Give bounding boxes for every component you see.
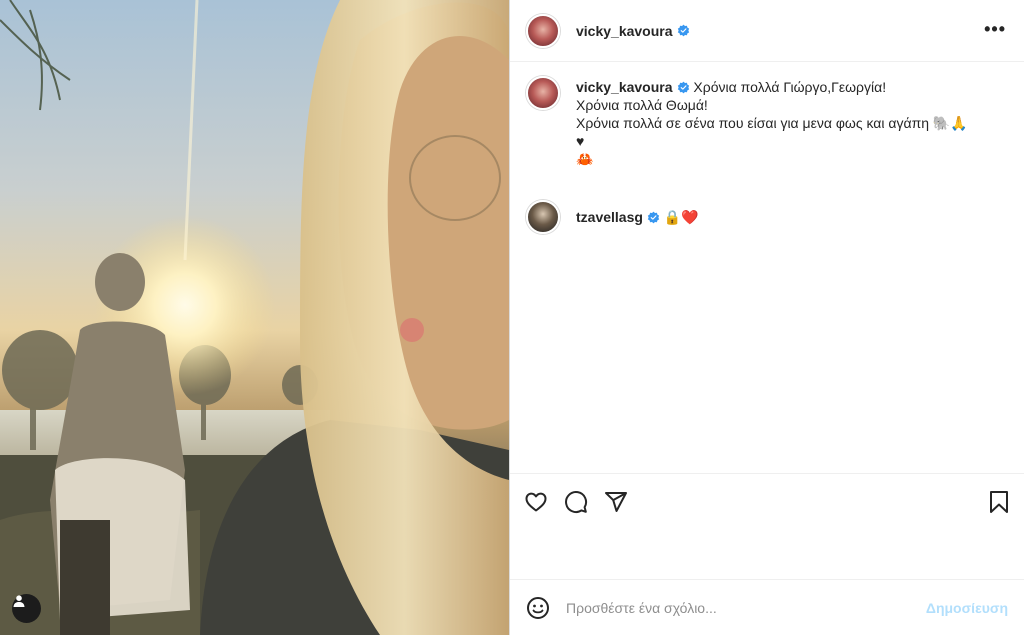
tagged-people-button[interactable] [12, 594, 41, 623]
comment-item: tzavellasg 🔒❤️ [526, 200, 1008, 234]
comment-button[interactable] [564, 490, 588, 514]
save-button[interactable] [988, 490, 1010, 519]
verified-badge-icon [647, 211, 660, 224]
photo-illustration [0, 0, 509, 635]
send-icon [605, 492, 627, 512]
caption-line: Χρόνια πολλά Γιώργο,Γεωργία! [693, 79, 887, 95]
heart-icon [525, 492, 547, 512]
comment-text: tzavellasg 🔒❤️ [576, 200, 699, 226]
verified-badge-icon [677, 24, 689, 37]
more-options-icon[interactable]: ••• [984, 20, 1006, 38]
post-comment-button[interactable]: Δημοσίευση [926, 600, 1008, 616]
emoji-icon [527, 596, 549, 619]
commenter-username[interactable]: tzavellasg [576, 209, 643, 225]
bookmark-icon [990, 491, 1008, 513]
caption-line: Χρόνια πολλά σε σένα που είσαι για μενα … [576, 115, 968, 131]
caption-text: vicky_kavoura Χρόνια πολλά Γιώργο,Γεωργί… [576, 76, 968, 168]
caption-line: 🦀 [576, 151, 594, 167]
instagram-post-view: vicky_kavoura ••• vicky_kavoura Χρόνια π… [0, 0, 1024, 635]
author-username[interactable]: vicky_kavoura [576, 23, 673, 39]
share-button[interactable] [604, 490, 628, 514]
caption-line: Χρόνια πολλά Θωμά! [576, 97, 708, 113]
caption-username[interactable]: vicky_kavoura [576, 79, 673, 95]
comment-input[interactable] [566, 599, 926, 616]
caption-line: ♥ [576, 133, 585, 149]
likes-area [510, 530, 1024, 580]
comment-icon [565, 491, 588, 513]
commenter-avatar[interactable] [526, 200, 560, 234]
comment-composer: Δημοσίευση [510, 580, 1024, 635]
post-side-panel: vicky_kavoura ••• vicky_kavoura Χρόνια π… [509, 0, 1024, 635]
caption-author-avatar[interactable] [526, 76, 560, 110]
user-icon [13, 595, 25, 607]
comments-list: vicky_kavoura Χρόνια πολλά Γιώργο,Γεωργί… [510, 62, 1024, 474]
post-header: vicky_kavoura ••• [510, 0, 1024, 62]
verified-badge-icon [677, 81, 689, 94]
caption: vicky_kavoura Χρόνια πολλά Γιώργο,Γεωργί… [526, 76, 1008, 168]
action-bar [510, 474, 1024, 530]
post-photo[interactable] [0, 0, 509, 635]
emoji-button[interactable] [526, 596, 550, 620]
author-avatar[interactable] [526, 13, 560, 48]
comment-body: 🔒❤️ [663, 209, 699, 225]
like-button[interactable] [524, 490, 548, 514]
